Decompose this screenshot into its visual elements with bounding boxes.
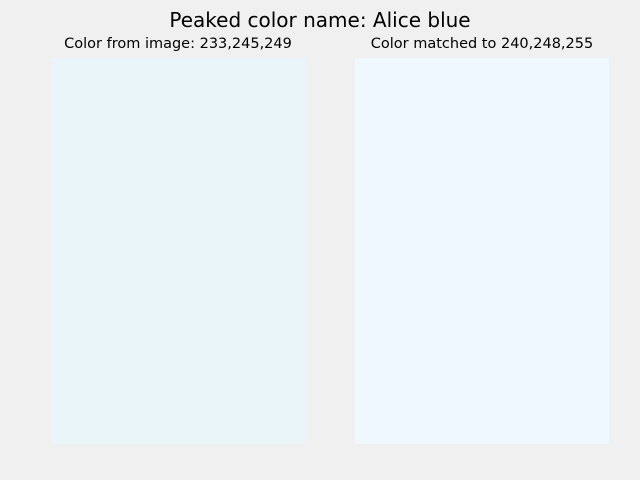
image-color-swatch [51,58,305,444]
page-title: Peaked color name: Alice blue [169,8,471,32]
matched-color-swatch [355,58,609,444]
image-color-title: Color from image: 233,245,249 [64,36,292,52]
matched-color-title: Color matched to 240,248,255 [370,36,594,52]
